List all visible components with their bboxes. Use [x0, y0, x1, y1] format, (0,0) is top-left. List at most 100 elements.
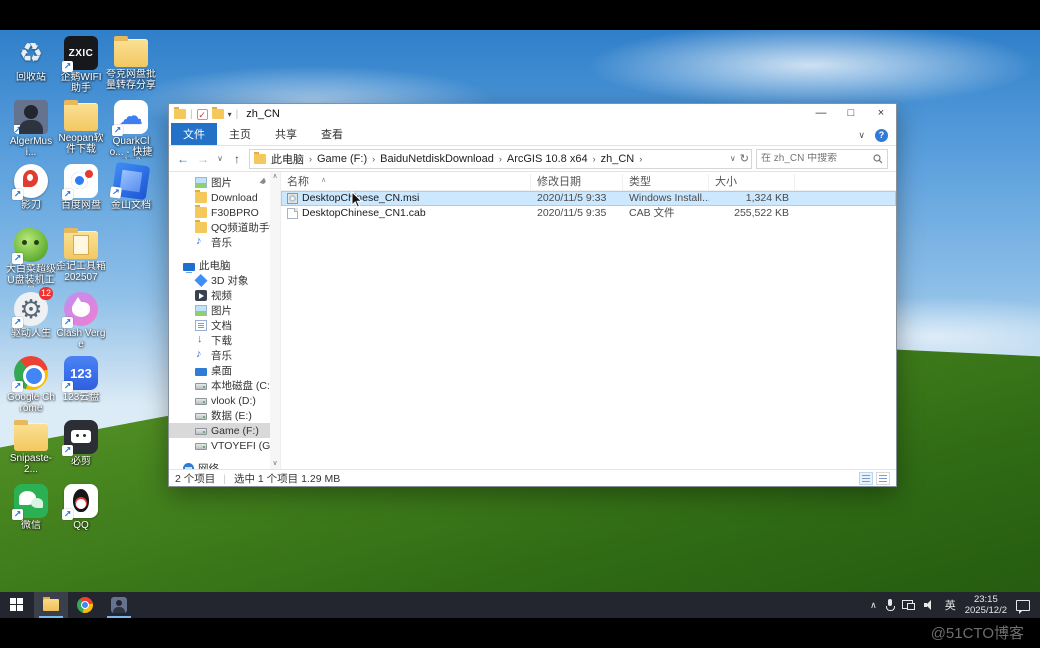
sidebar-item-图片[interactable]: 图片 [169, 175, 270, 190]
search-input[interactable] [761, 153, 869, 164]
sidebar-item-QQ频道助手v3.5[interactable]: QQ频道助手v3.5 [169, 220, 270, 235]
chrome-taskbar-button[interactable] [68, 592, 102, 618]
properties-icon[interactable]: ✓ [197, 109, 208, 120]
scroll-down-icon[interactable]: ∨ [270, 459, 280, 469]
clock-time: 23:15 [965, 594, 1007, 605]
watermark: @51CTO博客 [931, 622, 1024, 643]
navigation-scrollbar[interactable]: ∧ ∨ [270, 172, 280, 469]
desktop-icon[interactable]: 123↗123云盘 [56, 356, 106, 420]
file-date: 2020/11/5 9:35 [531, 206, 623, 221]
notification-center-icon[interactable] [1016, 600, 1030, 611]
ribbon-collapse-icon[interactable]: ∨ [858, 130, 865, 141]
address-dropdown-icon[interactable]: ∨ [730, 154, 736, 163]
help-icon[interactable]: ? [875, 129, 888, 142]
desktop-icon[interactable]: 夸克网盘批量转存分享 [106, 36, 156, 100]
pictures-icon [195, 305, 207, 316]
customize-quick-access-icon[interactable]: ▾ [228, 110, 232, 119]
file-row[interactable]: DesktopChinese_CN1.cab2020/11/5 9:35CAB … [281, 206, 896, 221]
sidebar-item-3D 对象[interactable]: 3D 对象 [169, 273, 270, 288]
desktop-icon[interactable]: ↗百度网盘 [56, 164, 106, 228]
desktop-icon[interactable]: ↗微信 [6, 484, 56, 548]
desktop-icon[interactable]: Neopan软件下载 [56, 100, 106, 164]
close-button[interactable]: × [866, 104, 896, 124]
sidebar-item-此电脑[interactable]: 此电脑 [169, 258, 270, 273]
folder-icon [195, 207, 207, 218]
sidebar-item-视频[interactable]: 视频 [169, 288, 270, 303]
sidebar-item-下载[interactable]: 下载 [169, 333, 270, 348]
avatar-app-taskbar-button[interactable] [102, 592, 136, 618]
column-header-修改日期[interactable]: 修改日期 [531, 174, 623, 191]
desktop-icon[interactable]: ↗必剪 [56, 420, 106, 484]
desktop-icon[interactable]: 歪记工具箱 202507 [56, 228, 106, 292]
network-display-icon[interactable] [902, 600, 915, 610]
sidebar-item-文档[interactable]: 文档 [169, 318, 270, 333]
microphone-icon[interactable] [886, 599, 893, 611]
desktop-icon[interactable]: 回收站 [6, 36, 56, 100]
column-header-大小[interactable]: 大小 [709, 174, 795, 191]
desktop-icon[interactable]: ↗Google Chrome [6, 356, 56, 420]
desktop-icon[interactable]: ↗QQ [56, 484, 106, 548]
sidebar-item-音乐[interactable]: 音乐 [169, 348, 270, 363]
sidebar-item-F30BPRO[interactable]: F30BPRO [169, 205, 270, 220]
forward-button[interactable]: → [195, 152, 211, 166]
column-header-类型[interactable]: 类型 [623, 174, 709, 191]
title-bar[interactable]: | ✓ ▾ | zh_CN —□× [169, 104, 896, 124]
sidebar-item-Game (F:)[interactable]: Game (F:) [169, 423, 270, 438]
breadcrumb-segment[interactable]: zh_CN [598, 153, 638, 165]
breadcrumb-segment[interactable]: BaiduNetdiskDownload [377, 153, 497, 165]
sidebar-item-数据 (E:)[interactable]: 数据 (E:) [169, 408, 270, 423]
input-method-indicator[interactable]: 英 [945, 597, 956, 613]
ribbon-tab-主页[interactable]: 主页 [217, 123, 263, 145]
breadcrumb-segment[interactable]: 此电脑 [268, 151, 307, 167]
sidebar-item-网络[interactable]: 网络 [169, 461, 270, 469]
ribbon-tab-查看[interactable]: 查看 [309, 123, 355, 145]
start-button[interactable] [0, 592, 34, 618]
up-button[interactable]: ↑ [229, 152, 245, 166]
search-box [756, 149, 888, 169]
ribbon-tab-共享[interactable]: 共享 [263, 123, 309, 145]
minimize-button[interactable]: — [806, 104, 836, 124]
new-folder-icon[interactable] [212, 109, 224, 119]
refresh-icon[interactable]: ↻ [740, 152, 749, 165]
breadcrumb-segment[interactable]: Game (F:) [314, 153, 370, 165]
speaker-icon[interactable] [924, 600, 936, 610]
history-dropdown-icon[interactable]: ∨ [215, 154, 225, 163]
back-button[interactable]: ← [175, 152, 191, 166]
maximize-button[interactable]: □ [836, 104, 866, 124]
selection-info: 选中 1 个项目 1.29 MB [234, 471, 340, 486]
desktop-icon[interactable]: ↗金山文档 [106, 164, 156, 228]
sidebar-item-label: Game (F:) [211, 425, 259, 437]
desktop-icon[interactable]: ↗QuarkClo... - 快捷方式 [106, 100, 156, 164]
desktop-icon[interactable]: Snipaste-2... [6, 420, 56, 484]
file-list: 名称∧修改日期类型大小 DesktopChinese_CN.msi2020/11… [281, 172, 896, 469]
address-box[interactable]: 此电脑›Game (F:)›BaiduNetdiskDownload›ArcGI… [249, 149, 752, 169]
breadcrumb-segment[interactable]: ArcGIS 10.8 x64 [504, 153, 591, 165]
baidu-netdisk-icon: ↗ [64, 164, 98, 198]
clock[interactable]: 23:15 2025/12/2 [965, 594, 1007, 616]
ribbon-tab-bar: 文件主页共享查看 ∨ ? [169, 124, 896, 146]
scroll-up-icon[interactable]: ∧ [270, 172, 280, 182]
sidebar-item-音乐[interactable]: 音乐 [169, 235, 270, 250]
ribbon-tab-文件[interactable]: 文件 [171, 123, 217, 145]
desktop-icon[interactable]: ↗12驱动人生 [6, 292, 56, 356]
sidebar-item-桌面[interactable]: 桌面 [169, 363, 270, 378]
address-bar: ← → ∨ ↑ 此电脑›Game (F:)›BaiduNetdiskDownlo… [169, 146, 896, 172]
shortcut-arrow-icon: ↗ [112, 125, 123, 136]
quick-access-toolbar: | ✓ ▾ | zh_CN [174, 108, 280, 120]
sidebar-item-图片[interactable]: 图片 [169, 303, 270, 318]
column-header-名称[interactable]: 名称∧ [281, 174, 531, 191]
desktop-icon[interactable]: ↗影刀 [6, 164, 56, 228]
large-icons-view-button[interactable] [876, 472, 890, 485]
sidebar-item-vlook (D:)[interactable]: vlook (D:) [169, 393, 270, 408]
file-row[interactable]: DesktopChinese_CN.msi2020/11/5 9:33Windo… [281, 191, 896, 206]
sidebar-item-Download[interactable]: Download [169, 190, 270, 205]
sidebar-item-VTOYEFI (G:)[interactable]: VTOYEFI (G:) [169, 438, 270, 453]
tray-chevron-up-icon[interactable]: ∧ [870, 600, 877, 611]
details-view-button[interactable] [859, 472, 873, 485]
desktop-icon[interactable]: ↗大白菜超级U盘装机工具 [6, 228, 56, 292]
desktop-icon[interactable]: ↗Clash Verge [56, 292, 106, 356]
sidebar-item-本地磁盘 (C:)[interactable]: 本地磁盘 (C:) [169, 378, 270, 393]
explorer-taskbar-button[interactable] [34, 592, 68, 618]
desktop-icon[interactable]: ZXIC↗企鹅WIFI助手 [56, 36, 106, 100]
desktop-icon[interactable]: ↗AlgerMusi... [6, 100, 56, 164]
